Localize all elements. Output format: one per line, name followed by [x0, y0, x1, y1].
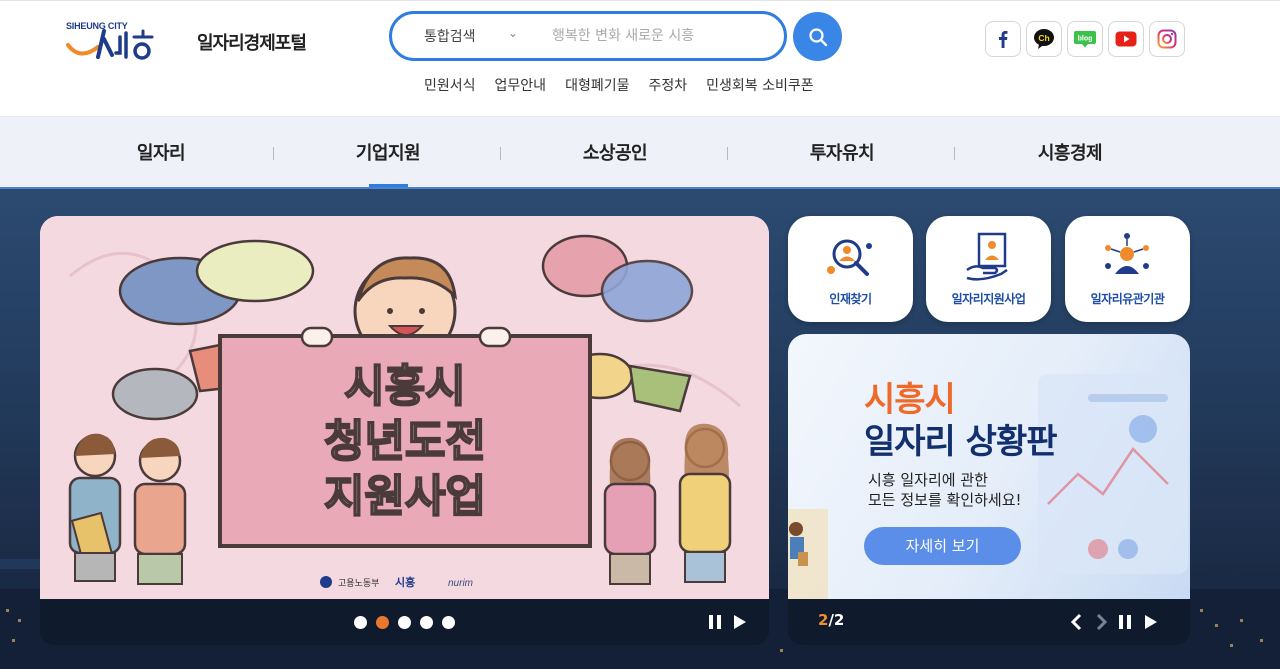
main-banner-slide[interactable]: 시흥시 청년도전 지원사업 고용노동부 시흥 nurim — [40, 216, 769, 599]
quick-link[interactable]: 업무안내 — [495, 75, 547, 95]
quick-link[interactable]: 주정차 — [648, 75, 687, 95]
dashboard-banner-description: 시흥 일자리에 관한 모든 정보를 확인하세요! — [868, 470, 1068, 510]
portal-title[interactable]: 일자리경제포털 — [197, 29, 307, 55]
quick-card-label: 일자리지원사업 — [951, 292, 1026, 306]
logo-mark-icon — [66, 29, 154, 60]
instagram-button[interactable] — [1149, 21, 1185, 57]
blog-icon: blog — [1074, 31, 1096, 48]
description-line-2: 모든 정보를 확인하세요! — [868, 491, 1022, 509]
quick-link[interactable]: 민원서식 — [424, 75, 476, 95]
pager-current: 2 — [818, 611, 829, 629]
play-icon[interactable] — [1141, 613, 1159, 631]
search-button[interactable] — [793, 12, 842, 61]
kakao-label: Ch — [1038, 33, 1049, 43]
nav-item-jobs[interactable]: 일자리 — [61, 139, 261, 165]
quick-card-label: 일자리유관기관 — [1090, 292, 1165, 306]
kakao-channel-button[interactable]: Ch — [1026, 21, 1062, 57]
slide-dot-4[interactable] — [420, 616, 433, 629]
search-box: 통합검색 ⌄ — [389, 11, 787, 61]
previous-icon[interactable] — [1068, 613, 1086, 631]
facebook-button[interactable] — [985, 21, 1021, 57]
slide-pager: 2/2 — [818, 611, 844, 629]
nav-divider — [954, 147, 955, 160]
quick-card-job-support[interactable]: 일자리지원사업 — [926, 216, 1051, 322]
banner-line-2: 청년도전 — [324, 416, 486, 467]
slide-dot-3[interactable] — [398, 616, 411, 629]
facebook-icon — [999, 31, 1008, 48]
blog-label: blog — [1078, 36, 1093, 43]
slide-dot-5[interactable] — [442, 616, 455, 629]
quick-link[interactable]: 대형폐기물 — [565, 75, 629, 95]
nav-divider — [273, 147, 274, 160]
nav-item-small-business[interactable]: 소상공인 — [515, 139, 715, 165]
banner-line-3: 지원사업 — [324, 471, 486, 522]
youth-challenge-illustration: 시흥시 청년도전 지원사업 고용노동부 시흥 nurim — [40, 216, 769, 599]
nav-item-business-support[interactable]: 기업지원 — [288, 139, 488, 165]
slide-dot-1[interactable] — [354, 616, 367, 629]
network-people-icon — [1105, 233, 1149, 274]
search-input[interactable] — [552, 22, 772, 50]
next-icon[interactable] — [1092, 613, 1110, 631]
talent-search-icon — [827, 239, 872, 276]
footer-logo-siheung: 시흥 — [395, 575, 415, 589]
quick-card-find-talent[interactable]: 인재찾기 — [788, 216, 913, 322]
blog-button[interactable]: blog — [1067, 21, 1103, 57]
play-icon[interactable] — [730, 613, 748, 631]
youtube-button[interactable] — [1108, 21, 1144, 57]
footer-logo-moel: 고용노동부 — [338, 578, 379, 589]
quick-card-label: 인재찾기 — [829, 292, 872, 306]
siheung-logo[interactable]: SIHEUNG CITY — [64, 19, 160, 61]
nav-divider — [727, 147, 728, 160]
kakao-channel-icon: Ch — [1034, 29, 1054, 49]
site-header: SIHEUNG CITY 일자리경제포털 통합검색 ⌄ 민원서식 업무안내 대형… — [0, 0, 1280, 117]
hero-section: 시흥시 청년도전 지원사업 고용노동부 시흥 nurim 인재찾기 일자리지원사… — [0, 189, 1280, 669]
description-line-1: 시흥 일자리에 관한 — [868, 471, 988, 489]
view-details-button[interactable]: 자세히 보기 — [864, 527, 1021, 565]
search-scope-select[interactable]: 통합검색 — [424, 26, 476, 46]
main-navigation: 일자리 기업지원 소상공인 투자유치 시흥경제 — [0, 117, 1280, 189]
quick-link[interactable]: 민생회복 소비쿠폰 — [706, 75, 814, 95]
slide-indicators — [354, 616, 455, 629]
nav-active-indicator — [369, 184, 408, 187]
banner-line-1: 시흥시 — [344, 361, 465, 412]
quick-links: 민원서식 업무안내 대형폐기물 주정차 민생회복 소비쿠폰 — [424, 75, 814, 95]
pause-icon[interactable] — [706, 613, 724, 631]
instagram-icon — [1157, 29, 1177, 49]
sns-links: Ch blog — [985, 21, 1185, 57]
nav-divider — [500, 147, 501, 160]
footer-logo-nurim: nurim — [448, 578, 473, 589]
job-dashboard-banner[interactable]: 시흥시 일자리 상황판 시흥 일자리에 관한 모든 정보를 확인하세요! 자세히… — [788, 334, 1190, 599]
pager-total: /2 — [828, 611, 845, 629]
side-banner-controls: 2/2 — [788, 599, 1190, 645]
chevron-down-icon[interactable]: ⌄ — [508, 26, 518, 40]
youtube-icon — [1115, 31, 1137, 47]
search-icon — [808, 27, 827, 46]
job-support-document-icon — [966, 232, 1008, 281]
slide-dot-2-active[interactable] — [376, 616, 389, 629]
dashboard-banner-title-2: 일자리 상황판 — [864, 422, 1058, 462]
pause-icon[interactable] — [1116, 613, 1134, 631]
main-banner-controls — [40, 599, 769, 645]
quick-card-related-agencies[interactable]: 일자리유관기관 — [1065, 216, 1190, 322]
nav-item-investment[interactable]: 투자유치 — [742, 139, 942, 165]
nav-item-economy[interactable]: 시흥경제 — [970, 139, 1170, 165]
